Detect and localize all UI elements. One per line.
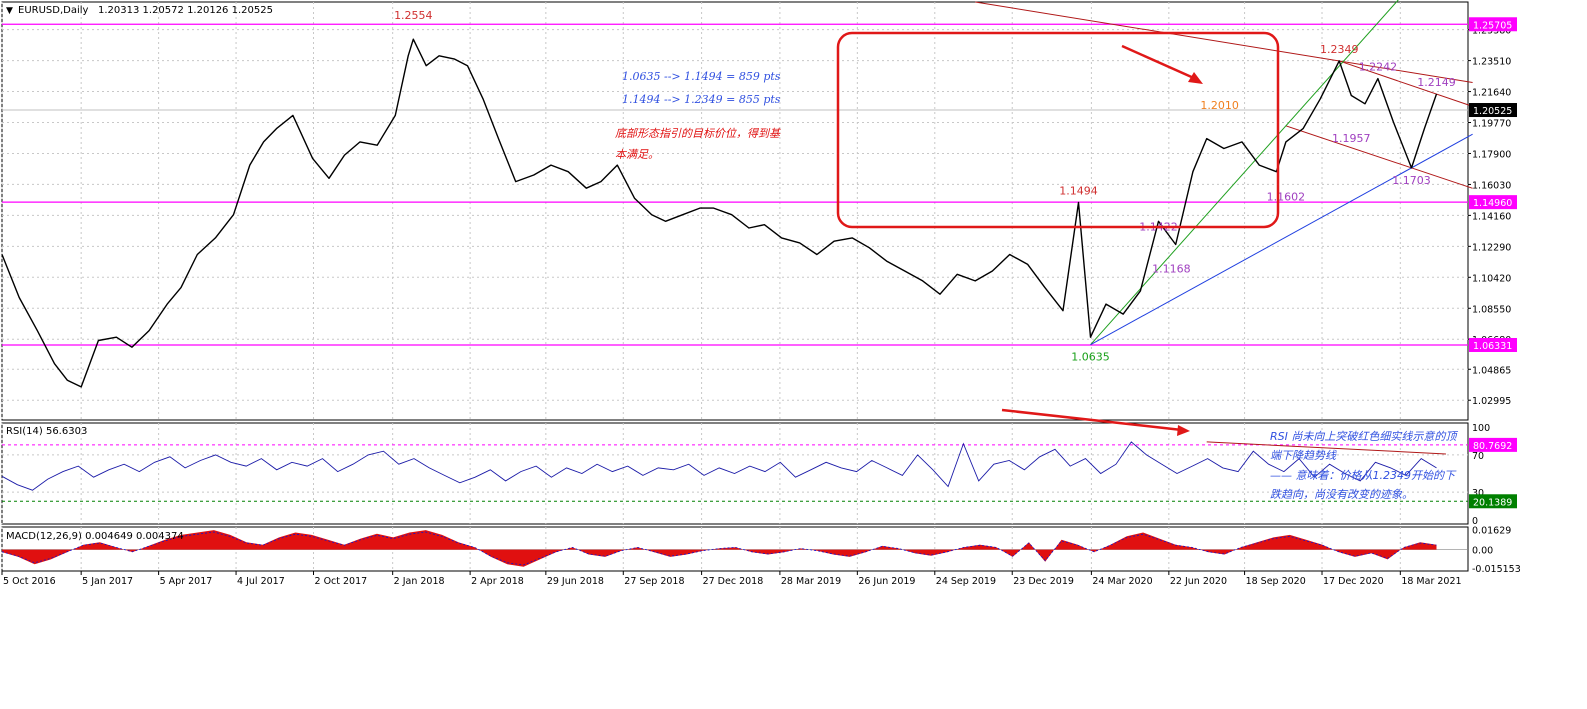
y-tick-label: 1.08550	[1472, 304, 1511, 315]
y-tick-label: 1.04865	[1472, 365, 1511, 376]
rsi-title: RSI(14) 56.6303	[6, 426, 87, 437]
point-label: 1.2010	[1200, 99, 1239, 112]
x-tick-label: 22 Jun 2020	[1170, 576, 1227, 587]
rsi-note-line3: —— 意味着：价格从1.2349开始的下	[1270, 469, 1457, 482]
x-tick-label: 27 Sep 2018	[624, 576, 684, 587]
x-tick-label: 17 Dec 2020	[1323, 576, 1384, 587]
point-label: 1.2242	[1359, 61, 1398, 74]
move-annotation-1: 1.0635 --> 1.1494 = 859 pts	[622, 70, 781, 83]
x-tick-label: 27 Dec 2018	[703, 576, 764, 587]
x-tick-label: 24 Sep 2019	[936, 576, 996, 587]
x-tick-label: 29 Jun 2018	[547, 576, 604, 587]
y-tick-label: 1.19770	[1472, 119, 1511, 130]
point-label: 1.1703	[1392, 174, 1431, 187]
rsi-tick-label: 70	[1472, 451, 1484, 462]
x-tick-label: 24 Mar 2020	[1092, 576, 1152, 587]
level-badge: 1.25705	[1473, 20, 1512, 31]
x-tick-label: 2 Oct 2017	[315, 576, 368, 587]
x-tick-label: 26 Jun 2019	[858, 576, 915, 587]
macd-tick-label: -0.015153	[1472, 564, 1521, 575]
x-tick-label: 2 Jan 2018	[394, 576, 445, 587]
symbol-triangle-icon[interactable]: ▼	[6, 6, 13, 16]
level-badge: 1.06331	[1473, 341, 1512, 352]
eurusd-chart-window: 1.2554 1.1494 1.0635 1.1422 1.1168 1.2010 1.16…	[0, 0, 1587, 705]
rsi-note-line2: 端下降趋势线	[1270, 449, 1337, 462]
x-tick-label: 5 Jan 2017	[82, 576, 133, 587]
rsi-level-badge: 20.1389	[1473, 497, 1512, 508]
move-annotation-2: 1.1494 --> 1.2349 = 855 pts	[622, 93, 781, 106]
point-label: 1.1602	[1267, 191, 1306, 204]
x-tick-label: 5 Oct 2016	[3, 576, 56, 587]
rsi-note-line4: 跌趋向，尚没有改变的迹象。	[1270, 488, 1413, 501]
macd-tick-label: 0.00	[1472, 546, 1493, 557]
point-label: 1.1957	[1332, 132, 1371, 145]
y-tick-label: 1.16030	[1472, 180, 1511, 191]
macd-title: MACD(12,26,9) 0.004649 0.004374	[6, 531, 184, 542]
rsi-note-line1: RSI 尚未向上突破红色细实线示意的顶	[1270, 430, 1458, 443]
y-tick-label: 1.10420	[1472, 273, 1511, 284]
y-tick-label: 1.17900	[1472, 149, 1511, 160]
y-tick-label: 1.12290	[1472, 242, 1511, 253]
point-label: 1.1168	[1152, 262, 1191, 275]
level-badge: 1.14960	[1473, 198, 1512, 209]
point-label: 1.0635	[1071, 351, 1110, 364]
ohlc-info: 1.20313 1.20572 1.20126 1.20525	[98, 5, 273, 16]
x-tick-label: 18 Sep 2020	[1246, 576, 1306, 587]
current-price-badge: 1.20525	[1473, 106, 1512, 117]
point-label: 1.2554	[394, 9, 433, 22]
rsi-tick-label: 100	[1472, 423, 1490, 434]
point-label: 1.1494	[1059, 184, 1098, 197]
x-tick-label: 4 Jul 2017	[237, 576, 285, 587]
point-label: 1.2349	[1320, 43, 1359, 56]
point-label: 1.2149	[1417, 76, 1456, 89]
x-tick-label: 28 Mar 2019	[781, 576, 841, 587]
y-tick-label: 1.02995	[1472, 396, 1511, 407]
y-tick-label: 1.14160	[1472, 211, 1511, 222]
y-tick-label: 1.21640	[1472, 88, 1511, 99]
target-note-line2: 本满足。	[615, 148, 659, 161]
macd-tick-label: 0.01629	[1472, 526, 1511, 537]
x-tick-label: 23 Dec 2019	[1013, 576, 1074, 587]
x-tick-label: 18 Mar 2021	[1401, 576, 1461, 587]
symbol-info: EURUSD,Daily	[18, 5, 89, 16]
target-note-line1: 底部形态指引的目标价位，得到基	[615, 127, 782, 140]
y-tick-label: 1.23510	[1472, 57, 1511, 68]
x-tick-label: 5 Apr 2017	[160, 576, 213, 587]
chart-canvas: 1.25541.14941.06351.14221.11681.20101.16…	[0, 0, 1587, 705]
x-tick-label: 2 Apr 2018	[471, 576, 524, 587]
rsi-level-badge: 80.7692	[1473, 441, 1512, 452]
